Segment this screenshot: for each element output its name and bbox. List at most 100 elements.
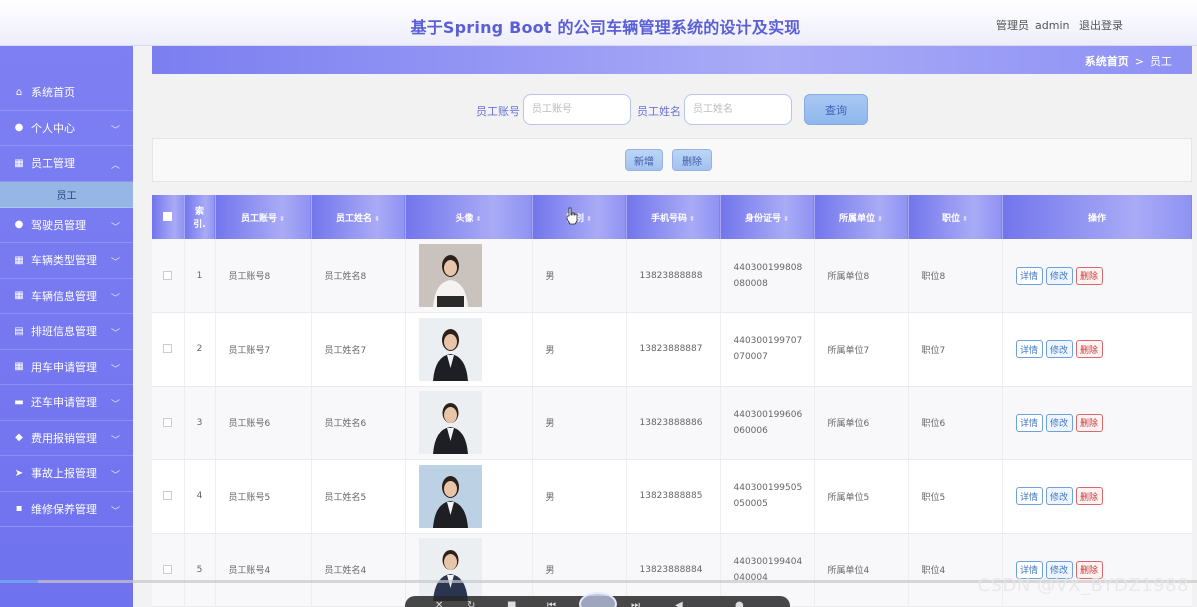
cell-phone: 13823888885 (626, 459, 721, 534)
sidebar-item-5[interactable]: ▦ 车辆信息管理 ﹀ (0, 279, 133, 314)
sidebar-item-label: 车辆类型管理 (31, 254, 97, 268)
chevron-down-icon: ﹀ (110, 125, 120, 136)
query-button[interactable]: 查询 (804, 94, 868, 125)
home-icon: ⌂ (15, 86, 23, 98)
delete-button[interactable]: 删除 (1075, 340, 1103, 359)
cell-id-number: 440300199808080008 (720, 239, 815, 313)
row-select-cell[interactable] (152, 533, 185, 607)
cell-name: 员工姓名6 (311, 386, 406, 460)
cell-unit: 所属单位6 (814, 386, 909, 460)
cell-id-number: 440300199505050005 (720, 459, 815, 534)
table-row[interactable]: 1 员工账号8 员工姓名8 男 13823888888 44030019980808000… (152, 239, 1192, 313)
cell-account: 员工账号4 (215, 533, 312, 607)
table-row[interactable]: 4 员工账号5 员工姓名5 男 13823888885 44030019950505000… (152, 459, 1192, 534)
detail-button[interactable]: 详情 (1015, 266, 1043, 285)
sidebar-item-4[interactable]: ▦ 车辆类型管理 ﹀ (0, 243, 133, 279)
row-select-cell[interactable] (152, 459, 185, 534)
sidebar-item-label: 还车申请管理 (31, 396, 97, 410)
username: admin (1035, 19, 1070, 32)
col-id-number-label: 身份证号 (745, 213, 782, 224)
edit-button[interactable]: 修改 (1045, 266, 1073, 285)
row-checkbox[interactable] (163, 344, 173, 354)
chevron-up-icon: ︿ (110, 161, 120, 171)
col-gender[interactable]: 性别⬍ (532, 195, 627, 239)
breadcrumb-home[interactable]: 系统首页 (1085, 55, 1129, 68)
breadcrumb-current: 员工 (1150, 55, 1172, 68)
row-select-cell[interactable] (152, 312, 185, 387)
sidebar-item-label: 车辆信息管理 (31, 289, 97, 303)
col-avatar-label: 头像 (455, 213, 474, 224)
delete-button[interactable]: 删除 (1075, 413, 1103, 432)
sidebar-item-3[interactable]: ● 驾驶员管理 ﹀ (0, 208, 133, 243)
col-name[interactable]: 员工姓名 ⬍ (311, 195, 406, 239)
sidebar-item-1[interactable]: ● 个人中心 ﹀ (0, 111, 133, 146)
logout-link[interactable]: 退出登录 (1079, 19, 1123, 32)
cell-avatar (405, 459, 533, 534)
col-unit[interactable]: 所属单位 ⬍ (814, 195, 909, 239)
detail-button[interactable]: 详情 (1015, 413, 1043, 432)
sidebar-item-8[interactable]: ▬ 还车申请管理 ﹀ (0, 385, 133, 421)
cell-index: 3 (184, 386, 216, 460)
detail-button[interactable]: 详情 (1015, 487, 1043, 506)
col-phone-label: 手机号码 (651, 213, 688, 224)
row-select-cell[interactable] (152, 239, 185, 313)
cell-gender: 男 (532, 459, 627, 534)
sort-icon: ⬍ (962, 214, 968, 223)
sort-icon: ⬍ (475, 214, 482, 223)
cell-name: 员工姓名5 (311, 459, 406, 534)
cell-position: 职位6 (908, 386, 1003, 460)
row-checkbox[interactable] (163, 417, 173, 427)
add-button[interactable]: 新增 (625, 149, 663, 171)
row-checkbox[interactable] (163, 564, 173, 574)
sidebar-item-6[interactable]: ▤ 排班信息管理 ﹀ (0, 314, 133, 350)
table-row[interactable]: 3 员工账号6 员工姓名6 男 13823888886 44030019960606000… (152, 386, 1192, 460)
col-avatar[interactable]: 头像 ⬍ (405, 195, 533, 239)
sidebar-item-9[interactable]: ◆ 费用报销管理 ﹀ (0, 421, 133, 456)
col-index: 索引. (184, 195, 216, 239)
chevron-down-icon: ﹀ (110, 329, 120, 339)
col-operations-label: 操作 (1087, 213, 1106, 224)
batch-delete-button[interactable]: 删除 (672, 149, 712, 171)
edit-button[interactable]: 修改 (1045, 340, 1073, 359)
employee-photo (418, 391, 482, 455)
cell-account: 员工账号5 (215, 459, 312, 534)
row-checkbox[interactable] (163, 270, 173, 280)
row-select-cell[interactable] (152, 386, 185, 460)
account-search-label: 员工账号 (476, 105, 520, 118)
sidebar-item-label: 维修保养管理 (31, 502, 97, 516)
col-account-label: 员工账号 (241, 213, 278, 224)
name-search-input[interactable] (684, 94, 792, 125)
search-form: 员工账号 员工姓名 查询 (152, 92, 1192, 128)
row-checkbox[interactable] (163, 491, 173, 501)
account-search-input[interactable] (523, 94, 631, 125)
sort-icon: ⬍ (783, 214, 789, 223)
cell-phone: 13823888887 (626, 312, 721, 387)
user-icon: ● (14, 219, 24, 231)
col-position[interactable]: 职位 ⬍ (908, 195, 1003, 239)
select-all-header[interactable] (152, 195, 185, 239)
sidebar-item-11[interactable]: ▪ 维修保养管理 ﹀ (0, 492, 133, 527)
chevron-down-icon: ﹀ (110, 471, 120, 481)
cell-operations: 详情 修改 删除 (1002, 386, 1192, 460)
delete-button[interactable]: 删除 (1075, 487, 1103, 506)
col-account[interactable]: 员工账号 ⬍ (215, 195, 312, 239)
sidebar-item-0[interactable]: ⌂ 系统首页 (0, 75, 133, 111)
cell-operations: 详情 修改 删除 (1002, 312, 1192, 387)
col-id-number[interactable]: 身份证号 ⬍ (720, 195, 815, 239)
sort-icon: ⬍ (877, 214, 883, 223)
sidebar-item-label: 系统首页 (31, 86, 75, 100)
col-phone[interactable]: 手机号码 ⬍ (626, 195, 721, 239)
sidebar-item-7[interactable]: ▦ 用车申请管理 ﹀ (0, 350, 133, 385)
sidebar-item-10[interactable]: ➤ 事故上报管理 ﹀ (0, 456, 133, 492)
select-all-checkbox[interactable] (163, 212, 173, 221)
sidebar-item-2[interactable]: ▦ 员工管理 ︿ (0, 146, 133, 182)
hand-cursor-icon (566, 207, 578, 225)
table-row[interactable]: 2 员工账号7 员工姓名7 男 13823888887 44030019970707000… (152, 312, 1192, 387)
delete-button[interactable]: 删除 (1075, 266, 1103, 285)
submenu-item-employee[interactable]: 员工 (0, 181, 133, 208)
grid-icon: ▦ (14, 157, 24, 169)
edit-button[interactable]: 修改 (1045, 487, 1073, 506)
detail-button[interactable]: 详情 (1015, 340, 1043, 359)
cell-id-number: 440300199606060006 (720, 386, 815, 460)
edit-button[interactable]: 修改 (1045, 413, 1073, 432)
